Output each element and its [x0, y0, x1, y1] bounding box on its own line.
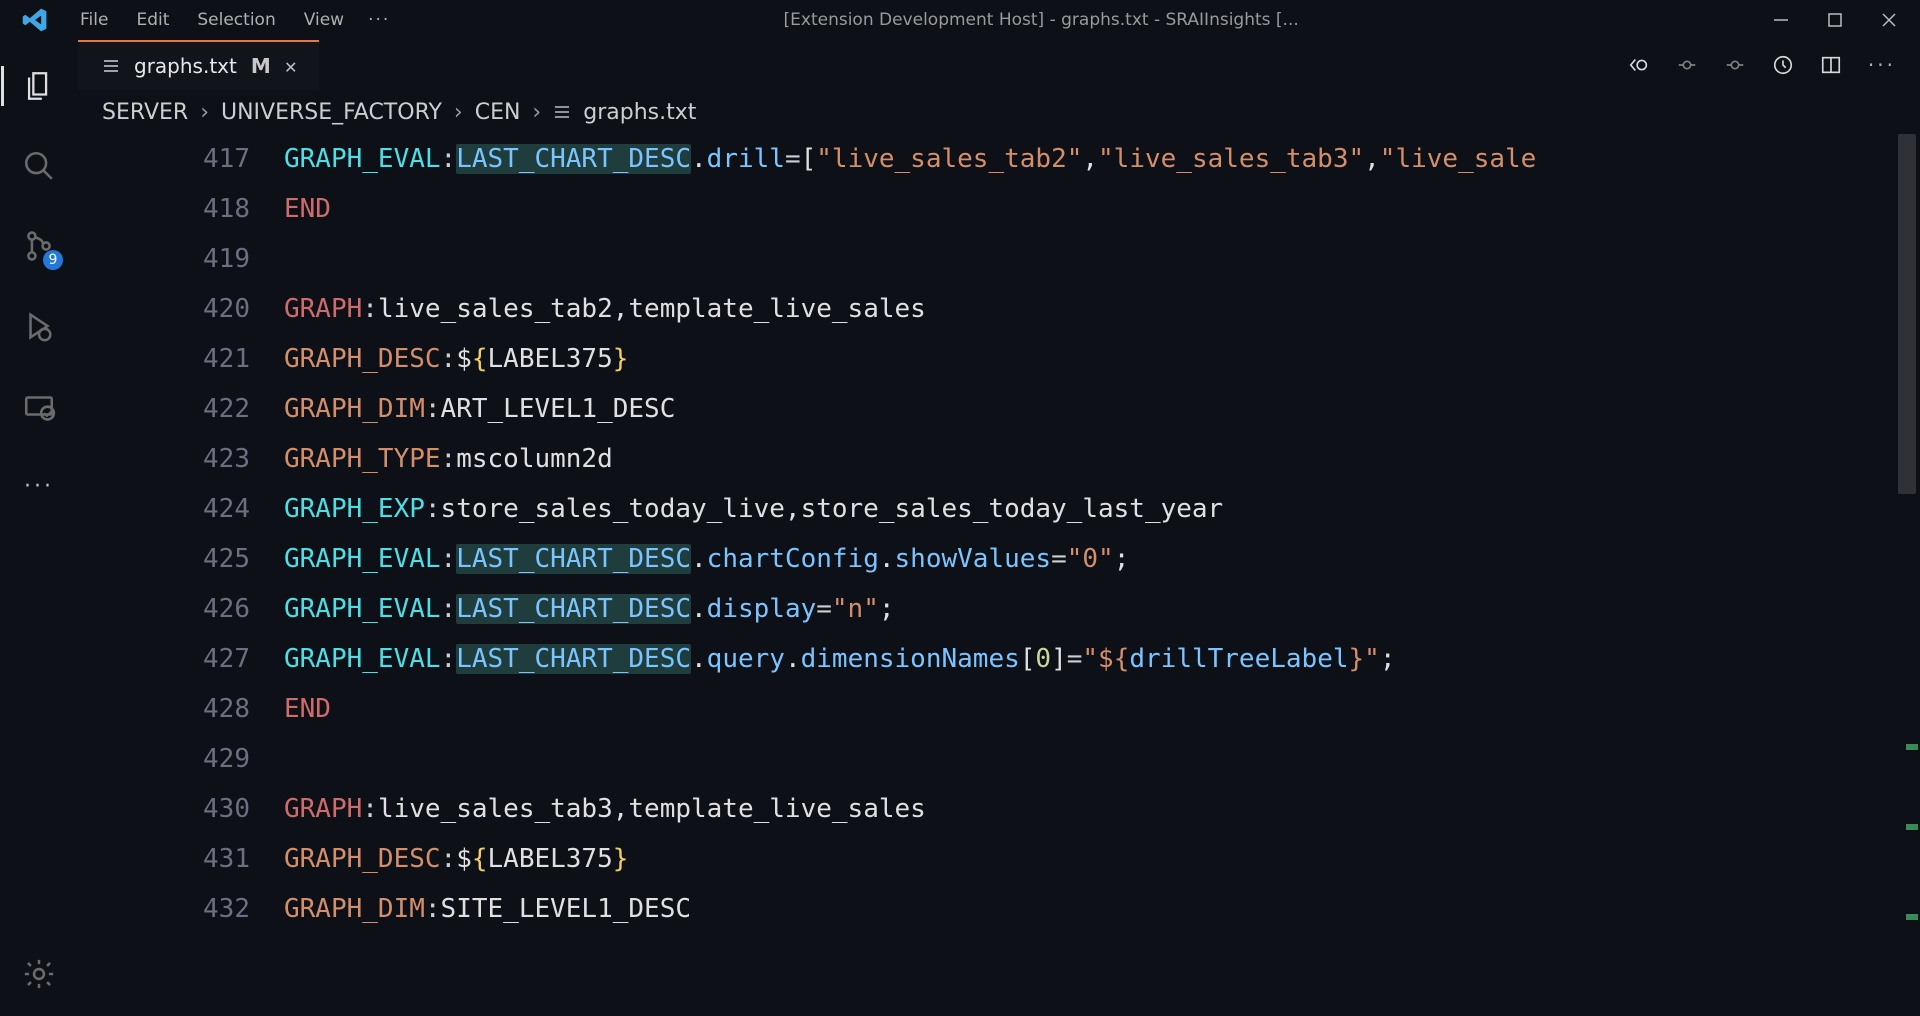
activity-explorer[interactable]	[19, 66, 59, 106]
code-line[interactable]: GRAPH_EVAL:LAST_CHART_DESC.query.dimensi…	[284, 634, 1920, 684]
line-number: 424	[78, 484, 250, 534]
line-number: 421	[78, 334, 250, 384]
crumb-factory[interactable]: UNIVERSE_FACTORY	[221, 100, 442, 125]
code-line[interactable]	[284, 234, 1920, 284]
line-number: 417	[78, 134, 250, 184]
menu-bar: File Edit Selection View	[70, 10, 344, 30]
code-content[interactable]: GRAPH_EVAL:LAST_CHART_DESC.drill=["live_…	[284, 134, 1920, 934]
code-line[interactable]: GRAPH_TYPE:mscolumn2d	[284, 434, 1920, 484]
menu-edit[interactable]: Edit	[136, 10, 169, 30]
crumb-file-icon	[553, 103, 571, 121]
commit-prev-icon[interactable]	[1676, 54, 1698, 76]
code-line[interactable]: END	[284, 684, 1920, 734]
activity-more-icon[interactable]: ···	[19, 466, 59, 506]
menu-file[interactable]: File	[80, 10, 108, 30]
code-line[interactable]: GRAPH_DESC:${LABEL375}	[284, 334, 1920, 384]
overview-change-marker	[1906, 824, 1918, 830]
tab-graphs-txt[interactable]: graphs.txt M ✕	[78, 40, 319, 90]
activity-bar: 9 ···	[0, 40, 78, 1016]
line-number-gutter: 4174184194204214224234244254264274284294…	[78, 134, 284, 934]
commit-next-icon[interactable]	[1724, 54, 1746, 76]
overview-change-marker	[1906, 744, 1918, 750]
tab-bar: graphs.txt M ✕ ···	[78, 40, 1920, 90]
activity-search[interactable]	[19, 146, 59, 186]
line-number: 425	[78, 534, 250, 584]
line-number: 418	[78, 184, 250, 234]
line-number: 429	[78, 734, 250, 784]
code-line[interactable]: GRAPH_DIM:ART_LEVEL1_DESC	[284, 384, 1920, 434]
overview-change-marker	[1906, 914, 1918, 920]
menu-selection[interactable]: Selection	[197, 10, 275, 30]
vertical-scrollbar[interactable]	[1898, 134, 1916, 494]
editor-actions: ···	[1628, 40, 1920, 90]
activity-remote[interactable]	[19, 386, 59, 426]
line-number: 420	[78, 284, 250, 334]
code-line[interactable]: GRAPH_EXP:store_sales_today_live,store_s…	[284, 484, 1920, 534]
activity-settings[interactable]	[19, 954, 59, 994]
editor-more-icon[interactable]: ···	[1868, 53, 1896, 77]
crumb-cen[interactable]: CEN	[475, 100, 521, 125]
code-editor[interactable]: 4174184194204214224234244254264274284294…	[78, 134, 1920, 1016]
code-line[interactable]: GRAPH:live_sales_tab2,template_live_sale…	[284, 284, 1920, 334]
crumb-server[interactable]: SERVER	[102, 100, 188, 125]
code-line[interactable]	[284, 734, 1920, 784]
line-number: 428	[78, 684, 250, 734]
tab-file-icon	[102, 57, 120, 75]
vscode-logo	[0, 6, 70, 34]
toggle-history-icon[interactable]	[1772, 54, 1794, 76]
window-title: [Extension Development Host] - graphs.tx…	[310, 10, 1772, 30]
scm-badge: 9	[43, 250, 63, 270]
code-line[interactable]: GRAPH_EVAL:LAST_CHART_DESC.drill=["live_…	[284, 134, 1920, 184]
window-minimize-icon[interactable]	[1772, 11, 1790, 29]
code-line[interactable]: GRAPH:live_sales_tab3,template_live_sale…	[284, 784, 1920, 834]
code-line[interactable]: GRAPH_EVAL:LAST_CHART_DESC.display="n";	[284, 584, 1920, 634]
window-maximize-icon[interactable]	[1826, 11, 1844, 29]
code-line[interactable]: END	[284, 184, 1920, 234]
go-back-icon[interactable]	[1628, 54, 1650, 76]
title-bar: File Edit Selection View ··· [Extension …	[0, 0, 1920, 40]
line-number: 423	[78, 434, 250, 484]
split-editor-icon[interactable]	[1820, 54, 1842, 76]
code-line[interactable]: GRAPH_EVAL:LAST_CHART_DESC.chartConfig.s…	[284, 534, 1920, 584]
line-number: 430	[78, 784, 250, 834]
line-number: 432	[78, 884, 250, 934]
line-number: 426	[78, 584, 250, 634]
tab-modified-marker: M	[251, 54, 271, 78]
line-number: 431	[78, 834, 250, 884]
line-number: 427	[78, 634, 250, 684]
activity-scm[interactable]: 9	[19, 226, 59, 266]
tab-close-icon[interactable]: ✕	[285, 54, 297, 78]
activity-debug[interactable]	[19, 306, 59, 346]
code-line[interactable]: GRAPH_DESC:${LABEL375}	[284, 834, 1920, 884]
line-number: 422	[78, 384, 250, 434]
line-number: 419	[78, 234, 250, 284]
window-close-icon[interactable]	[1880, 11, 1898, 29]
code-line[interactable]: GRAPH_DIM:SITE_LEVEL1_DESC	[284, 884, 1920, 934]
breadcrumb: SERVER› UNIVERSE_FACTORY› CEN› graphs.tx…	[78, 90, 1920, 134]
crumb-file[interactable]: graphs.txt	[583, 100, 696, 125]
tab-filename: graphs.txt	[134, 54, 237, 78]
